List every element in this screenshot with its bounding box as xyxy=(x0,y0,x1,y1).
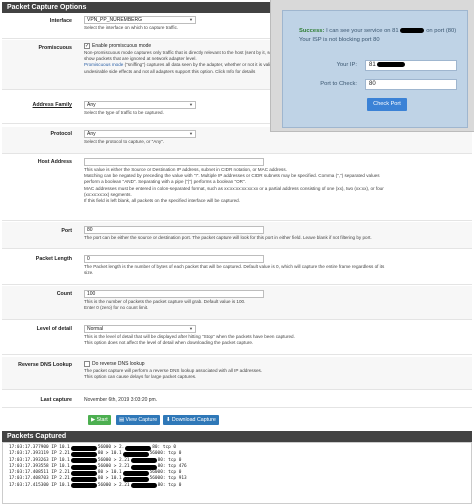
checkbox-empty-icon xyxy=(84,361,90,367)
address-family-label: Address Family xyxy=(32,102,72,108)
address-family-select[interactable]: Any ▼ xyxy=(84,101,196,109)
count-help-line: Enter 0 (zero) for no count limit. xyxy=(84,305,149,311)
redaction xyxy=(122,470,149,476)
protocol-help: Select the protocol to capture, or "Any"… xyxy=(84,139,165,144)
packet-length-value: 0 xyxy=(87,256,90,262)
success-text: I can see your service on 81 xyxy=(324,28,399,34)
level-of-detail-row: Level of detail Normal ▼ This is the lev… xyxy=(2,321,472,355)
redaction xyxy=(122,477,149,483)
redaction xyxy=(130,458,157,464)
protocol-select[interactable]: Any ▼ xyxy=(84,130,196,138)
reverse-dns-row: Reverse DNS Lookup Do reverse DNS lookup… xyxy=(2,357,472,390)
ip-label: Your IP: xyxy=(336,62,357,68)
packets-output: 17:03:17.377900 IP 10.1 56000 > 2. 80: tcp… xyxy=(2,442,472,504)
start-button-label: Start xyxy=(96,417,108,423)
isp-message: Your ISP is not blocking port 80 xyxy=(299,37,380,43)
count-row: Count 100 This is the number of packets … xyxy=(2,286,472,320)
redaction xyxy=(70,477,97,483)
level-of-detail-help: This is the level of detail that will be… xyxy=(84,334,468,346)
reverse-dns-help: The packet capture will perform a revers… xyxy=(84,368,468,380)
count-label: Count xyxy=(56,291,72,297)
host-address-help: This value is either the Source or Desti… xyxy=(84,167,468,204)
ip-input[interactable]: 81 xyxy=(365,60,457,71)
packet-time: 17:03:17.415300 xyxy=(9,482,49,488)
host-address-row: Host Address This value is either the So… xyxy=(2,155,472,221)
interface-value: VPN_PP_NUREMBERG xyxy=(87,17,143,23)
view-capture-button[interactable]: ▤ View Capture xyxy=(116,415,161,425)
packets-title: Packets Captured xyxy=(2,431,472,442)
last-capture-label: Last capture xyxy=(40,397,73,403)
port-check-value: 80 xyxy=(369,81,376,87)
check-port-button[interactable]: Check Port xyxy=(367,98,407,111)
count-value: 100 xyxy=(87,291,96,297)
interface-select[interactable]: VPN_PP_NUREMBERG ▼ xyxy=(84,16,196,24)
level-of-detail-value: Normal xyxy=(87,326,104,332)
address-family-value: Any xyxy=(87,102,96,108)
chevron-down-icon: ▼ xyxy=(189,17,193,22)
view-capture-label: View Capture xyxy=(125,417,158,423)
port-label: Port xyxy=(61,228,72,234)
chevron-down-icon: ▼ xyxy=(189,102,193,107)
port-input[interactable]: 80 xyxy=(84,226,264,234)
success-tail: on port (80) xyxy=(424,28,457,34)
promiscuous-mode-link[interactable]: Promiscuous mode xyxy=(84,62,123,67)
packet-mid: 56000 > 2.21 xyxy=(97,482,130,488)
level-of-detail-select[interactable]: Normal ▼ xyxy=(84,325,196,333)
redaction xyxy=(125,445,152,451)
level-of-detail-label: Level of detail xyxy=(36,326,72,332)
chevron-down-icon: ▼ xyxy=(189,326,193,331)
chevron-down-icon: ▼ xyxy=(189,131,193,136)
count-help: This is the number of packets the packet… xyxy=(84,299,468,311)
port-value: 80 xyxy=(87,227,93,233)
packet-line: 17:03:17.415300 IP 10.1 56000 > 2.21 80: t… xyxy=(9,483,465,489)
port-check-label: Port to Check: xyxy=(320,81,357,87)
redaction xyxy=(122,451,149,457)
port-help: The port can be either the source or des… xyxy=(84,235,372,240)
host-address-label: Host Address xyxy=(37,159,72,165)
protocol-label: Protocol xyxy=(50,131,72,137)
reverse-dns-checkbox-label: Do reverse DNS lookup xyxy=(92,361,145,367)
promiscuous-label: Promiscuous xyxy=(38,45,72,51)
start-button[interactable]: ▶ Start xyxy=(88,415,111,425)
checkmark-icon: ✓ xyxy=(84,43,90,49)
redaction xyxy=(70,470,97,476)
packet-length-input[interactable]: 0 xyxy=(84,255,264,263)
host-address-input[interactable] xyxy=(84,158,264,166)
port-checker-message: Success: I can see your service on 81 on… xyxy=(299,27,456,45)
redaction xyxy=(70,451,97,457)
packet-length-label: Packet Length xyxy=(35,256,72,262)
packet-length-help: The Packet length is the number of bytes… xyxy=(84,264,468,276)
download-capture-label: Download Capture xyxy=(171,417,216,423)
redaction xyxy=(70,458,97,464)
last-capture-row: Last capture November 6th, 2019 3:03:20 … xyxy=(2,391,472,408)
packet-info: 80: tcp 0 xyxy=(157,482,182,488)
promiscuous-checkbox-label: Enable promiscuous mode xyxy=(92,43,152,49)
redaction xyxy=(376,61,405,67)
protocol-value: Any xyxy=(87,131,96,137)
last-capture-value: November 6th, 2019 3:03:20 pm. xyxy=(84,397,158,403)
success-word: Success: xyxy=(299,28,325,34)
redaction xyxy=(130,464,157,470)
redaction xyxy=(399,27,424,33)
port-row: Port 80 The port can be either the sourc… xyxy=(2,222,472,249)
ip-value: 81 xyxy=(369,62,376,68)
packet-length-row: Packet Length 0 The Packet length is the… xyxy=(2,250,472,285)
reverse-dns-checkbox[interactable]: Do reverse DNS lookup xyxy=(84,361,468,367)
count-input[interactable]: 100 xyxy=(84,290,264,298)
packet-src: IP 10.1 xyxy=(51,482,70,488)
redaction xyxy=(70,464,97,470)
redaction xyxy=(70,445,97,451)
redaction xyxy=(130,483,157,489)
download-capture-button[interactable]: ⬇ Download Capture xyxy=(163,415,219,425)
redaction xyxy=(70,483,97,489)
host-address-help-line: If this field is left blank, all packets… xyxy=(84,198,241,204)
reverse-dns-label: Reverse DNS Lookup xyxy=(18,362,72,368)
port-check-input[interactable]: 80 xyxy=(365,79,457,90)
interface-label: Interface xyxy=(49,18,72,24)
level-of-detail-help-line: This option does not affect the level of… xyxy=(84,340,254,346)
port-checker-card: Success: I can see your service on 81 on… xyxy=(282,10,468,128)
packet-length-help-line: size. xyxy=(84,270,94,276)
reverse-dns-help-line: This option can cause delays for large p… xyxy=(84,374,197,380)
